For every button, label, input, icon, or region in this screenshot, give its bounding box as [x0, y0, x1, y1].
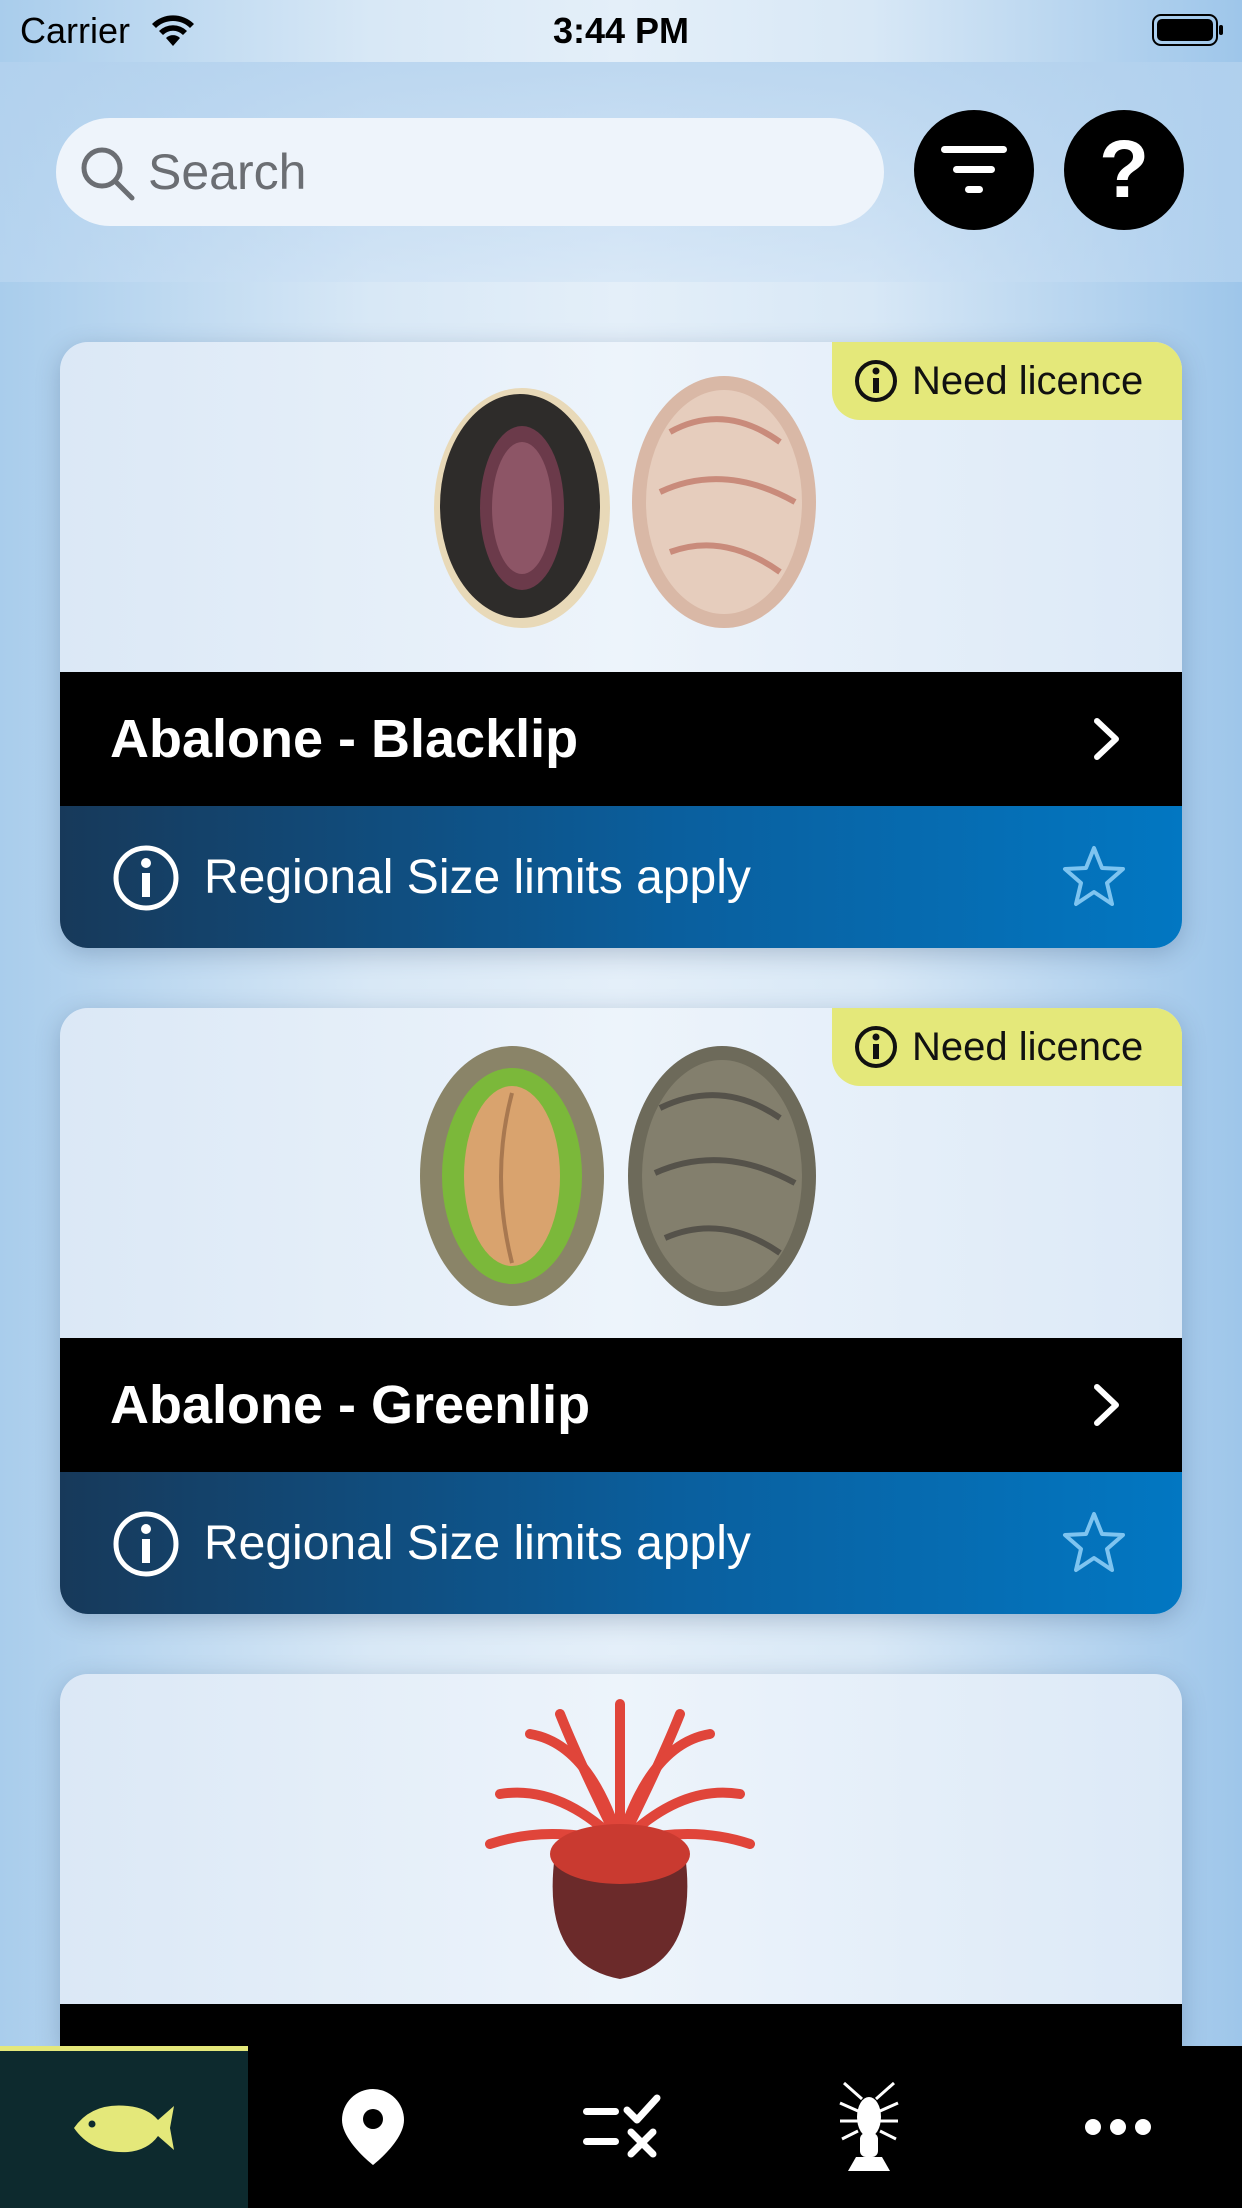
fish-icon — [74, 2105, 175, 2153]
chevron-right-icon — [1094, 1384, 1119, 1426]
species-card-blacklip[interactable]: Need licence Abalone - Blacklip Regional… — [60, 342, 1182, 948]
favorite-star-icon[interactable] — [1062, 844, 1126, 908]
checklist-icon — [582, 2094, 661, 2158]
licence-badge-label: Need licence — [912, 358, 1144, 403]
size-limit-info-bar[interactable]: Regional Size limits apply — [60, 806, 1182, 948]
tab-bar — [0, 2046, 1242, 2208]
status-bar: Carrier 3:44 PM — [0, 0, 1242, 62]
licence-badge-label: Need licence — [912, 1024, 1144, 1069]
filter-button[interactable] — [914, 110, 1034, 230]
tab-rules[interactable] — [497, 2046, 745, 2208]
location-pin-icon — [341, 2089, 404, 2165]
tab-lobster[interactable] — [745, 2046, 993, 2208]
licence-badge[interactable]: Need licence — [832, 1008, 1182, 1086]
species-title-bar[interactable] — [60, 2004, 1182, 2046]
red-sea-anemone-illustration — [60, 1674, 1182, 2004]
species-title-bar[interactable]: Abalone - Greenlip — [60, 1338, 1182, 1472]
help-button[interactable]: ? — [1064, 110, 1184, 230]
tab-more[interactable] — [994, 2046, 1242, 2208]
battery-icon — [1152, 14, 1223, 46]
species-title: Abalone - Blacklip — [110, 709, 579, 769]
species-title: Abalone - Greenlip — [110, 1375, 591, 1435]
info-icon — [855, 360, 897, 402]
search-bar[interactable] — [56, 118, 884, 226]
clock: 3:44 PM — [552, 10, 690, 51]
more-icon — [1084, 2119, 1151, 2135]
info-icon — [855, 1026, 897, 1068]
species-title-bar[interactable]: Abalone - Blacklip — [60, 672, 1182, 806]
info-circle-icon — [113, 845, 179, 911]
search-icon — [81, 147, 135, 201]
species-card-anemone[interactable] — [60, 1674, 1182, 2046]
licence-badge[interactable]: Need licence — [832, 342, 1182, 420]
info-circle-icon — [113, 1511, 179, 1577]
favorite-star-icon[interactable] — [1062, 1510, 1126, 1574]
question-mark-icon: ? — [1098, 124, 1150, 215]
header: ? — [0, 62, 1242, 282]
size-limit-text: Regional Size limits apply — [204, 851, 751, 904]
tab-species[interactable] — [0, 2046, 249, 2208]
search-input[interactable] — [148, 132, 848, 212]
filter-icon — [941, 146, 1007, 193]
tab-locations[interactable] — [248, 2046, 496, 2208]
lobster-icon — [839, 2081, 899, 2171]
species-card-greenlip[interactable]: Need licence Abalone - Greenlip Regional… — [60, 1008, 1182, 1614]
size-limit-text: Regional Size limits apply — [204, 1517, 751, 1570]
size-limit-info-bar[interactable]: Regional Size limits apply — [60, 1472, 1182, 1614]
chevron-right-icon — [1094, 718, 1119, 760]
